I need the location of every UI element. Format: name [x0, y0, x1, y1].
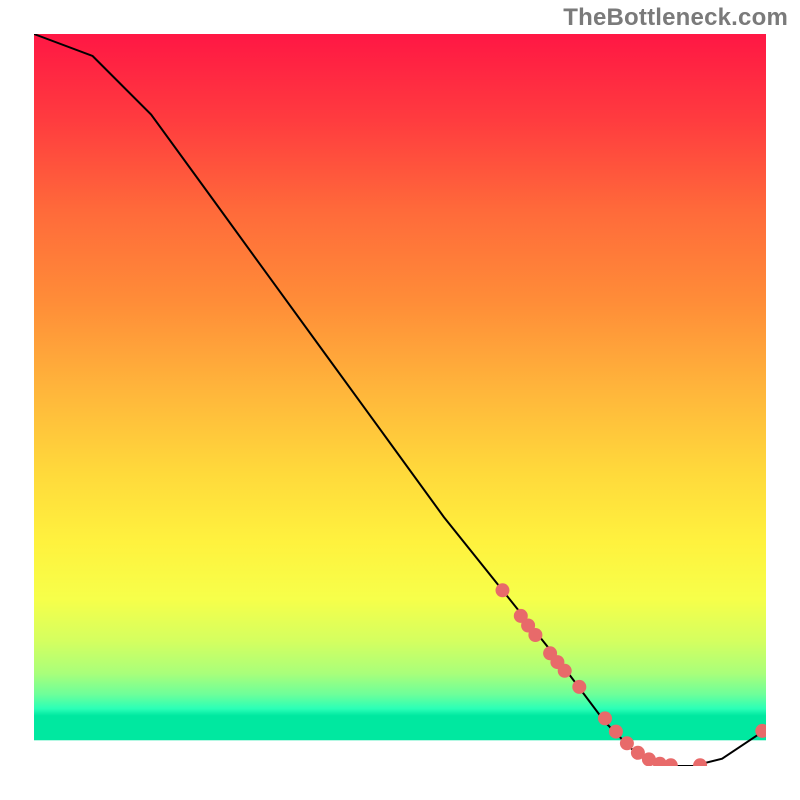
data-marker — [496, 583, 510, 597]
data-marker — [528, 628, 542, 642]
data-marker — [609, 725, 623, 739]
data-marker — [620, 736, 634, 750]
data-marker — [572, 680, 586, 694]
plot-gradient-area — [34, 34, 766, 740]
bottleneck-chart: TheBottleneck.com — [0, 0, 800, 800]
data-marker — [598, 711, 612, 725]
data-marker — [558, 664, 572, 678]
chart-canvas — [0, 0, 800, 800]
